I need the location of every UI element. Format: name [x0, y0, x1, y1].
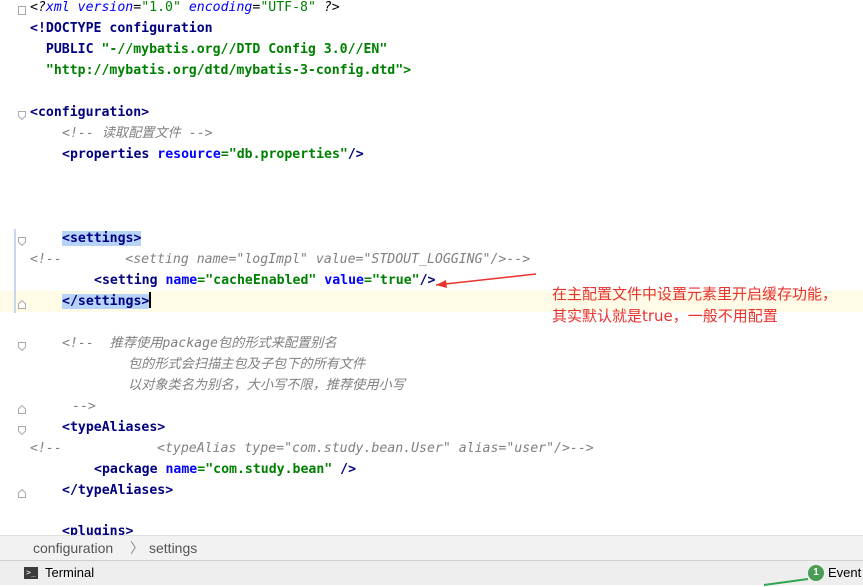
fold-marker-icon[interactable]: [18, 300, 26, 309]
code-line-13: <!-- <setting name="logImpl" value="STDO…: [30, 252, 531, 267]
editor-gutter: [0, 0, 14, 535]
code-line-19: 以对象类名为别名，大小写不限，推荐使用小写: [128, 378, 405, 393]
text-caret: [149, 292, 152, 308]
breadcrumb-item-configuration[interactable]: configuration: [33, 536, 113, 560]
code-line-24: </typeAliases>: [62, 483, 174, 498]
annotation-arrow-tail-icon: [763, 578, 809, 586]
doctype-id: "-//mybatis.org//DTD Config 3.0//EN": [101, 42, 388, 57]
breadcrumb-separator: 〉: [130, 540, 144, 556]
fold-marker-icon[interactable]: [18, 405, 26, 414]
equals: =: [197, 462, 206, 477]
event-log-label: Event: [828, 565, 862, 580]
code-line-23: <package name="com.study.bean" />: [94, 459, 356, 480]
code-line-12: <settings>: [62, 228, 142, 249]
pi-open: <?: [30, 0, 46, 15]
event-log-button[interactable]: 1 Event: [808, 564, 863, 582]
terminal-label: Terminal: [45, 565, 95, 580]
code-line-1: <?xml version="1.0" encoding="UTF-8" ?>: [30, 0, 340, 18]
xml-value: "com.study.bean": [205, 462, 333, 477]
equals: =: [363, 273, 372, 288]
code-line-20: -->: [72, 399, 96, 414]
change-marker: [14, 229, 16, 313]
code-line-18: 包的形式会扫描主包及子包下的所有文件: [128, 357, 366, 372]
xml-value: "true": [371, 273, 420, 288]
status-bar: >_ Terminal 1 Event: [0, 560, 863, 586]
code-line-26: <plugins>: [62, 524, 134, 535]
breadcrumb-item-settings[interactable]: settings: [149, 536, 197, 560]
fold-marker-icon[interactable]: [18, 111, 26, 120]
xml-tag: <properties: [62, 147, 158, 162]
fold-marker-icon[interactable]: [18, 237, 26, 246]
settings-close-tag: </settings>: [62, 294, 150, 309]
xml-attr: name: [165, 462, 198, 477]
breadcrumb: configuration 〉 settings: [0, 535, 863, 560]
fold-marker-icon[interactable]: [18, 426, 26, 435]
code-line-2: <!DOCTYPE configuration: [30, 21, 213, 36]
xml-value: "cacheEnabled": [205, 273, 317, 288]
xml-value: "1.0": [141, 0, 181, 15]
fold-marker-icon[interactable]: [18, 489, 26, 498]
pi-close: ?>: [315, 0, 340, 15]
code-editor[interactable]: <?xml version="1.0" encoding="UTF-8" ?> …: [0, 0, 863, 535]
annotation-note: 在主配置文件中设置元素里开启缓存功能，其实默认就是true，一般不用配置: [552, 285, 838, 325]
code-line-3: PUBLIC "-//mybatis.org//DTD Config 3.0//…: [30, 39, 387, 60]
doctype-public: PUBLIC: [30, 42, 102, 57]
equals: =: [133, 0, 142, 15]
code-line-21: <typeAliases>: [62, 420, 166, 435]
xml-attr: value: [316, 273, 364, 288]
code-line-15: </settings>: [62, 291, 152, 312]
event-count-badge: 1: [808, 565, 824, 581]
equals: =: [220, 147, 229, 162]
code-line-7: <!-- 读取配置文件 -->: [62, 126, 213, 141]
terminal-icon: >_: [24, 567, 38, 579]
code-line-4: "http://mybatis.org/dtd/mybatis-3-config…: [30, 63, 412, 78]
code-line-6: <configuration>: [30, 105, 150, 120]
annotation-arrow-icon: [435, 273, 537, 288]
xml-value: "UTF-8": [260, 0, 316, 15]
xml-attr: name: [165, 273, 198, 288]
settings-open-tag: <settings>: [62, 231, 142, 246]
xml-tag: <package: [94, 462, 166, 477]
xml-value: "db.properties": [228, 147, 348, 162]
xml-tag: <setting: [94, 273, 166, 288]
xml-attr: encoding: [180, 0, 253, 15]
fold-marker-icon[interactable]: [18, 342, 26, 351]
equals: =: [197, 273, 206, 288]
code-line-8: <properties resource="db.properties"/>: [62, 144, 364, 165]
fold-marker-icon[interactable]: [18, 6, 26, 15]
code-line-22: <!-- <typeAlias type="com.study.bean.Use…: [30, 441, 594, 456]
xml-tag-close: />: [347, 147, 364, 162]
xml-attr: xml version: [45, 0, 134, 15]
code-line-14: <setting name="cacheEnabled" value="true…: [94, 270, 435, 291]
xml-tag-close: />: [332, 462, 357, 477]
xml-attr: resource: [157, 147, 221, 162]
code-line-17: <!-- 推荐使用package包的形式来配置别名: [62, 336, 337, 351]
